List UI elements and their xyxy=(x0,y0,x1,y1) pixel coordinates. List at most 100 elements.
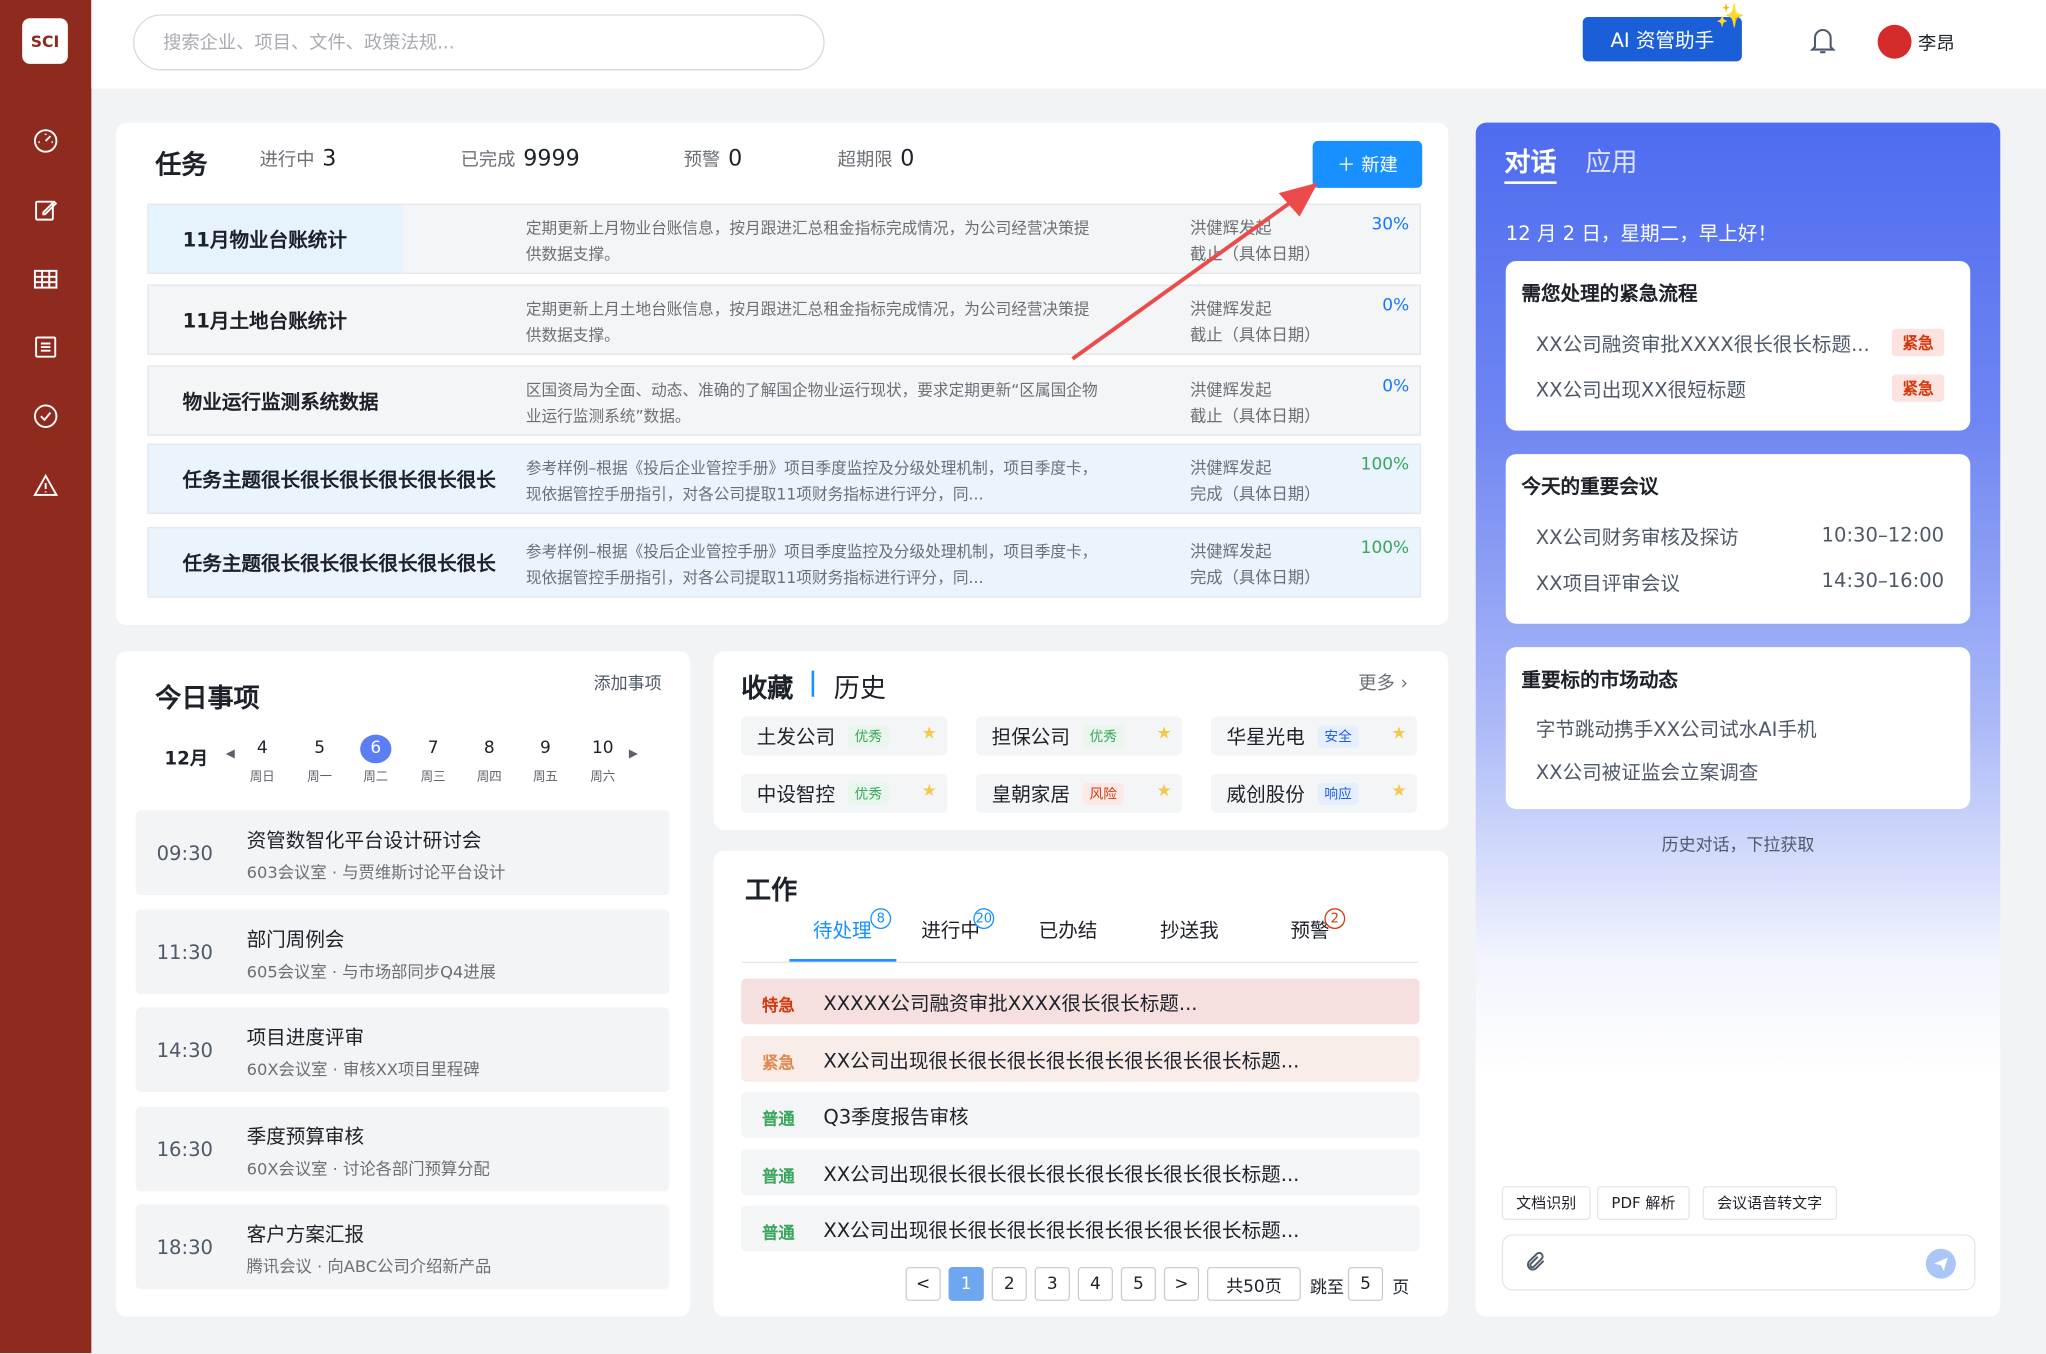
day-item[interactable]: 9 周五 xyxy=(530,735,561,785)
meeting-item[interactable]: XX项目评审会议 xyxy=(1536,569,1680,596)
more-link[interactable]: 更多 › xyxy=(1358,669,1408,695)
tab-cc-me[interactable]: 抄送我 xyxy=(1160,916,1219,943)
day-item[interactable]: 10 周六 xyxy=(587,735,618,785)
urgent-tag: 紧急 xyxy=(1891,374,1945,402)
today-title: 今日事项 xyxy=(155,682,260,714)
event-item[interactable]: 11:30 部门周例会 605会议室 · 与市场部同步Q4进展 xyxy=(135,909,670,995)
tab-chat[interactable]: 对话 xyxy=(1504,141,1557,184)
favorite-item[interactable]: 土发公司 优秀 ★ xyxy=(741,716,948,756)
meetings-panel: 今天的重要会议 XX公司财务审核及探访 10:30–12:00 XX项目评审会议… xyxy=(1505,454,1971,624)
meeting-time: 14:30–16:00 xyxy=(1821,568,1945,593)
list-icon[interactable] xyxy=(30,331,61,362)
tab-history[interactable]: 历史 xyxy=(834,667,886,705)
next-page-button[interactable]: > xyxy=(1163,1266,1200,1301)
stat-completed[interactable]: 已完成 9999 xyxy=(461,146,580,172)
tab-done[interactable]: 已办结 xyxy=(1039,916,1098,943)
tool-pdf-parse[interactable]: PDF 解析 xyxy=(1597,1186,1690,1220)
task-meta: 洪健辉发起 完成（具体日期） xyxy=(1189,457,1321,504)
tool-speech-to-text[interactable]: 会议语音转文字 xyxy=(1702,1186,1837,1220)
task-desc: 定期更新上月物业台账信息，按月跟进汇总租金指标完成情况，为公司经营决策提供数据支… xyxy=(525,219,1090,264)
active-tab-indicator xyxy=(789,959,897,962)
task-row[interactable]: 任务主题很长很长很长很长很长很长 参考样例–根据《投后企业管控手册》项目季度监控… xyxy=(147,443,1421,515)
page-button[interactable]: 1 xyxy=(948,1266,984,1301)
meeting-time: 10:30–12:00 xyxy=(1821,523,1945,547)
day-item-selected[interactable]: 6 周二 xyxy=(360,734,392,784)
urgent-item[interactable]: XX公司融资审批XXXX很长很长标题... xyxy=(1536,330,1870,357)
tab-pending[interactable]: 待处理 8 xyxy=(813,908,892,943)
work-row[interactable]: 特急 XXXXX公司融资审批XXXX很长很长标题... xyxy=(741,978,1420,1025)
event-item[interactable]: 18:30 客户方案汇报 腾讯会议 · 向ABC公司介绍新产品 xyxy=(135,1204,670,1290)
favorite-item[interactable]: 威创股份 响应 ★ xyxy=(1210,773,1418,813)
day-item[interactable]: 5 周一 xyxy=(304,735,335,785)
top-bar: AI 资管助手 ✨ 李昂 xyxy=(91,0,2046,89)
greeting: 12 月 2 日，星期二，早上好！ xyxy=(1505,221,1778,246)
table-icon[interactable] xyxy=(30,264,61,295)
app-logo[interactable]: SCI xyxy=(22,18,68,64)
task-title: 11月物业台账统计 xyxy=(182,227,347,252)
work-title: 工作 xyxy=(745,874,798,906)
page-button[interactable]: 2 xyxy=(991,1266,1027,1301)
task-row[interactable]: 物业运行监测系统数据 区国资局为全面、动态、准确的了解国企物业运行现状，要求定期… xyxy=(147,365,1421,436)
bell-icon[interactable] xyxy=(1809,26,1836,60)
page-button[interactable]: 4 xyxy=(1077,1266,1113,1301)
work-row[interactable]: 普通 Q3季度报告审核 xyxy=(741,1092,1420,1138)
market-item[interactable]: XX公司被证监会立案调查 xyxy=(1536,758,1759,785)
sidebar: SCI xyxy=(0,0,92,1354)
history-hint: 历史对话，下拉获取 xyxy=(1661,836,1815,856)
event-item[interactable]: 14:30 项目进度评审 60X会议室 · 审核XX项目里程碑 xyxy=(135,1007,670,1093)
page-button[interactable]: 3 xyxy=(1034,1266,1070,1301)
favorite-item[interactable]: 担保公司 优秀 ★ xyxy=(975,716,1183,756)
favorite-item[interactable]: 华星光电 安全 ★ xyxy=(1210,716,1418,756)
next-week-icon[interactable]: ▶ xyxy=(629,748,638,761)
star-icon: ★ xyxy=(1156,724,1172,744)
panel-title: 重要标的市场动态 xyxy=(1521,668,1678,692)
sparkle-icon: ✨ xyxy=(1715,2,1746,31)
market-item[interactable]: 字节跳动携手XX公司试水AI手机 xyxy=(1536,715,1817,742)
task-progress: 0% xyxy=(1382,377,1410,397)
task-meta: 洪健辉发起 完成（具体日期） xyxy=(1189,541,1321,588)
warning-icon[interactable] xyxy=(30,470,61,501)
avatar[interactable] xyxy=(1877,24,1912,59)
tab-apps[interactable]: 应用 xyxy=(1585,141,1637,179)
day-item[interactable]: 4 周日 xyxy=(247,735,278,785)
page-button[interactable]: 5 xyxy=(1120,1266,1157,1301)
user-name[interactable]: 李昂 xyxy=(1918,30,1955,56)
tasks-card: 任务 进行中 3 已完成 9999 预警 0 超期限 0 ＋ 新建 11月物业台账统计 … xyxy=(116,122,1449,625)
stat-in-progress[interactable]: 进行中 3 xyxy=(260,146,337,172)
stat-warning[interactable]: 预警 0 xyxy=(684,146,742,172)
event-item[interactable]: 09:30 资管数智化平台设计研讨会 603会议室 · 与贾维斯讨论平台设计 xyxy=(135,810,670,896)
urgent-item[interactable]: XX公司出现XX很短标题 xyxy=(1536,376,1746,403)
day-item[interactable]: 8 周四 xyxy=(474,735,505,785)
urgent-tag: 紧急 xyxy=(1891,328,1945,357)
tool-doc-ocr[interactable]: 文档识别 xyxy=(1501,1186,1591,1220)
star-icon: ★ xyxy=(1156,781,1172,802)
task-title: 物业运行监测系统数据 xyxy=(182,389,379,413)
task-row[interactable]: 任务主题很长很长很长很长很长很长 参考样例–根据《投后企业管控手册》项目季度监控… xyxy=(147,527,1421,598)
favorite-item[interactable]: 中设智控 优秀 ★ xyxy=(741,773,948,813)
favorite-item[interactable]: 皇朝家居 风险 ★ xyxy=(975,773,1183,813)
new-task-button[interactable]: ＋ 新建 xyxy=(1312,140,1423,188)
favorites-card: 收藏 历史 更多 › 土发公司 优秀 ★ 担保公司 优秀 ★ 华星光电 安全 ★ 中设智控优… xyxy=(713,651,1449,830)
prev-page-button[interactable]: < xyxy=(905,1266,941,1301)
attachment-icon[interactable] xyxy=(1524,1250,1547,1279)
star-icon: ★ xyxy=(1391,781,1407,802)
send-icon[interactable] xyxy=(1925,1248,1956,1279)
check-circle-icon[interactable] xyxy=(30,401,61,432)
work-row[interactable]: 普通 XX公司出现很长很长很长很长很长很长很长很长标题... xyxy=(741,1205,1420,1252)
search-input[interactable] xyxy=(133,14,825,71)
tab-in-progress[interactable]: 进行中 20 xyxy=(921,908,995,943)
jump-input[interactable]: 5 xyxy=(1347,1266,1384,1301)
work-row[interactable]: 普通 XX公司出现很长很长很长很长很长很长很长很长标题... xyxy=(741,1149,1420,1196)
tab-warning[interactable]: 预警 2 xyxy=(1290,908,1346,943)
prev-week-icon[interactable]: ◀ xyxy=(226,748,235,761)
day-item[interactable]: 7 周三 xyxy=(418,735,449,785)
dashboard-icon[interactable] xyxy=(30,125,61,156)
work-row[interactable]: 紧急 XX公司出现很长很长很长很长很长很长很长很长标题... xyxy=(741,1036,1420,1082)
event-item[interactable]: 16:30 季度预算审核 60X会议室 · 讨论各部门预算分配 xyxy=(135,1106,670,1192)
edit-icon[interactable] xyxy=(30,194,61,225)
chat-input[interactable] xyxy=(1501,1234,1976,1291)
tab-favorites[interactable]: 收藏 xyxy=(741,667,793,705)
stat-overdue[interactable]: 超期限 0 xyxy=(838,146,915,172)
add-event-link[interactable]: 添加事项 xyxy=(594,669,662,695)
meeting-item[interactable]: XX公司财务审核及探访 xyxy=(1536,523,1739,550)
